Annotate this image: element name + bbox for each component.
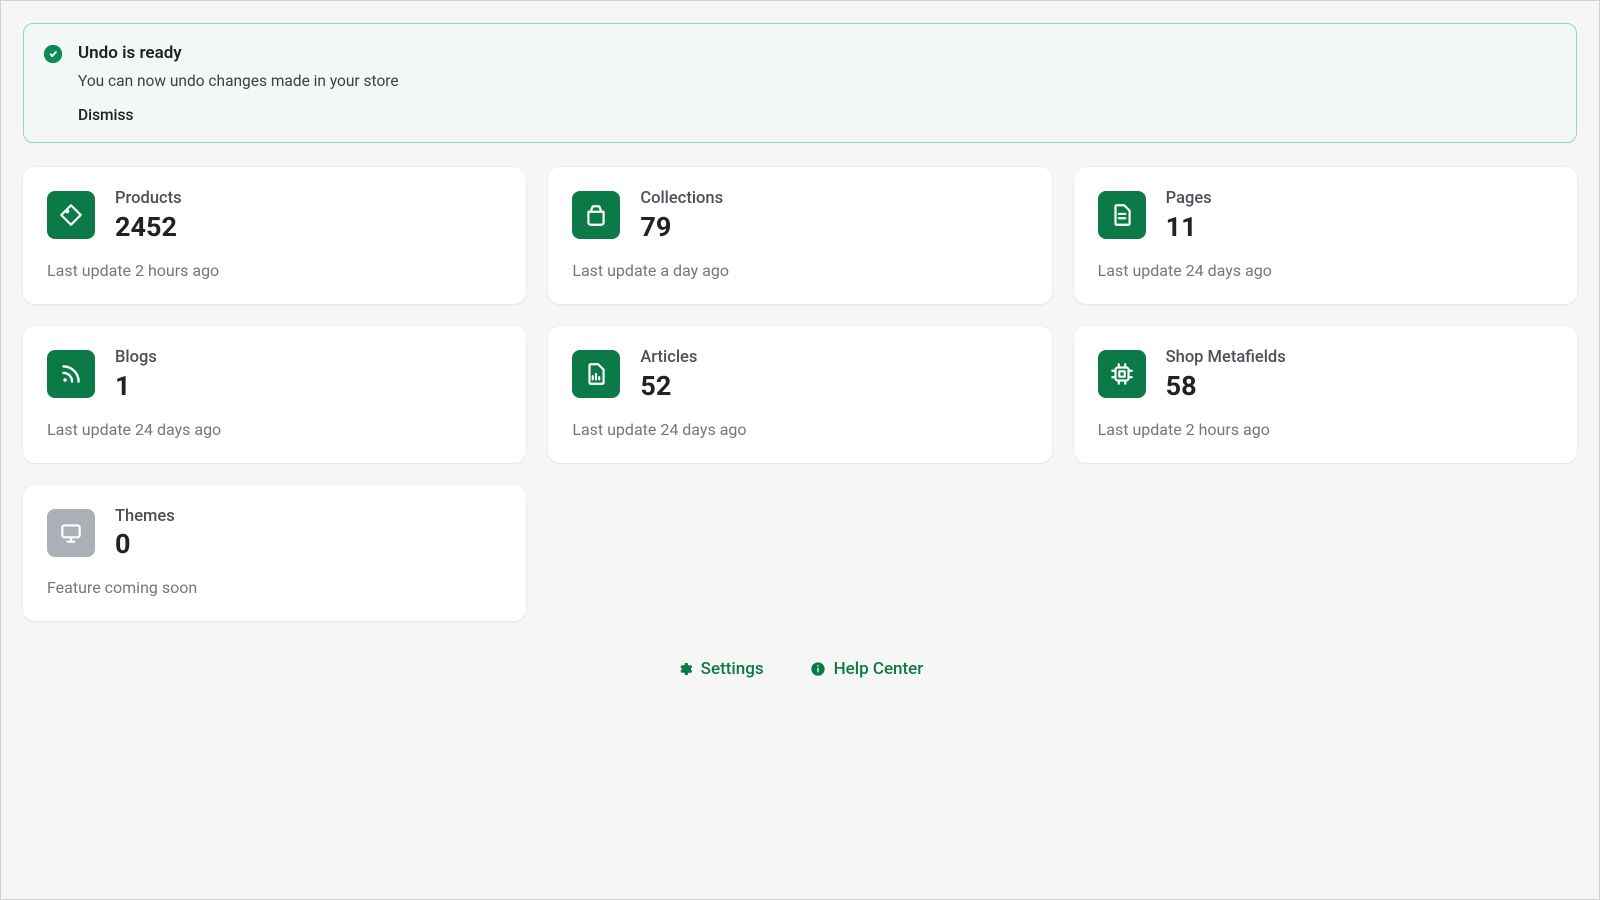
card-top: Blogs 1 (47, 348, 502, 402)
card-subtext: Last update a day ago (572, 261, 1027, 280)
card-pages[interactable]: Pages 11 Last update 24 days ago (1074, 167, 1577, 304)
card-articles[interactable]: Articles 52 Last update 24 days ago (548, 326, 1051, 463)
card-head: Themes 0 (115, 507, 502, 561)
settings-link[interactable]: Settings (677, 659, 764, 679)
dismiss-button[interactable]: Dismiss (78, 106, 133, 124)
card-top: Shop Metafields 58 (1098, 348, 1553, 402)
check-circle-icon (42, 43, 64, 65)
card-subtext: Feature coming soon (47, 578, 502, 597)
card-count: 52 (640, 370, 1027, 402)
settings-link-label: Settings (701, 659, 764, 679)
card-subtext: Last update 24 days ago (572, 420, 1027, 439)
card-count: 11 (1166, 211, 1553, 243)
help-center-link-label: Help Center (834, 659, 924, 679)
banner-body: Undo is ready You can now undo changes m… (78, 42, 1556, 124)
card-count: 1 (115, 370, 502, 402)
card-subtext: Last update 2 hours ago (47, 261, 502, 280)
footer-links: Settings Help Center (23, 659, 1577, 679)
package-icon (572, 191, 620, 239)
card-top: Articles 52 (572, 348, 1027, 402)
card-top: Pages 11 (1098, 189, 1553, 243)
card-head: Shop Metafields 58 (1166, 348, 1553, 402)
card-subtext: Last update 24 days ago (1098, 261, 1553, 280)
card-head: Products 2452 (115, 189, 502, 243)
dashboard-grid: Products 2452 Last update 2 hours ago Co… (23, 167, 1577, 621)
card-top: Themes 0 (47, 507, 502, 561)
page-icon (1098, 191, 1146, 239)
rss-icon (47, 350, 95, 398)
report-icon (572, 350, 620, 398)
help-center-link[interactable]: Help Center (810, 659, 924, 679)
card-label: Articles (640, 348, 1027, 368)
info-icon (810, 661, 826, 677)
card-head: Articles 52 (640, 348, 1027, 402)
card-top: Collections 79 (572, 189, 1027, 243)
card-label: Pages (1166, 189, 1553, 209)
card-label: Themes (115, 507, 502, 527)
gear-icon (677, 661, 693, 677)
card-label: Shop Metafields (1166, 348, 1553, 368)
card-head: Collections 79 (640, 189, 1027, 243)
card-subtext: Last update 2 hours ago (1098, 420, 1553, 439)
card-head: Pages 11 (1166, 189, 1553, 243)
tag-icon (47, 191, 95, 239)
card-label: Products (115, 189, 502, 209)
card-shop-metafields[interactable]: Shop Metafields 58 Last update 2 hours a… (1074, 326, 1577, 463)
card-collections[interactable]: Collections 79 Last update a day ago (548, 167, 1051, 304)
dashboard-page: Undo is ready You can now undo changes m… (1, 1, 1599, 701)
card-subtext: Last update 24 days ago (47, 420, 502, 439)
card-top: Products 2452 (47, 189, 502, 243)
card-products[interactable]: Products 2452 Last update 2 hours ago (23, 167, 526, 304)
undo-ready-banner: Undo is ready You can now undo changes m… (23, 23, 1577, 143)
card-count: 58 (1166, 370, 1553, 402)
card-count: 0 (115, 528, 502, 560)
card-themes[interactable]: Themes 0 Feature coming soon (23, 485, 526, 622)
chip-icon (1098, 350, 1146, 398)
card-label: Blogs (115, 348, 502, 368)
banner-title: Undo is ready (78, 42, 1556, 64)
card-label: Collections (640, 189, 1027, 209)
monitor-icon (47, 509, 95, 557)
card-blogs[interactable]: Blogs 1 Last update 24 days ago (23, 326, 526, 463)
banner-message: You can now undo changes made in your st… (78, 72, 1556, 90)
card-count: 79 (640, 211, 1027, 243)
card-count: 2452 (115, 211, 502, 243)
card-head: Blogs 1 (115, 348, 502, 402)
